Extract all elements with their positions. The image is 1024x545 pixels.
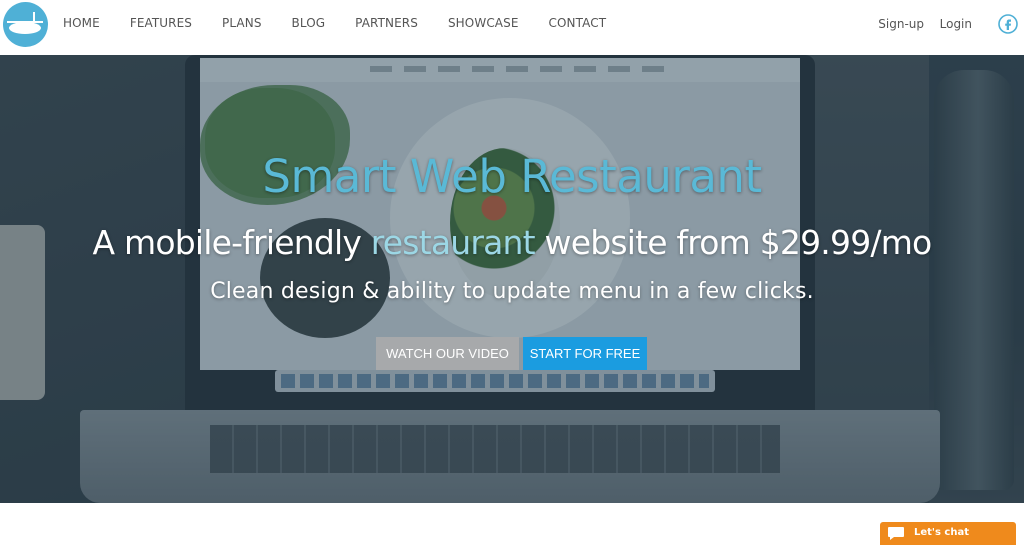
- content-area: [0, 503, 1024, 545]
- login-link[interactable]: Login: [940, 17, 972, 31]
- chat-bubble-icon: [888, 527, 904, 540]
- top-navbar: HOME FEATURES PLANS BLOG PARTNERS SHOWCA…: [0, 0, 1024, 55]
- nav-link-contact[interactable]: CONTACT: [549, 16, 607, 30]
- nav-link-blog[interactable]: BLOG: [292, 16, 326, 30]
- tagline-highlight: restaurant: [370, 223, 536, 262]
- hero-section: Smart Web Restaurant A mobile-friendly r…: [0, 55, 1024, 503]
- tagline-end: website from $29.99/mo: [534, 223, 933, 262]
- tagline-start: A mobile-friendly: [92, 223, 371, 262]
- facebook-icon[interactable]: [998, 14, 1018, 34]
- nav-link-partners[interactable]: PARTNERS: [355, 16, 418, 30]
- hero-tagline: A mobile-friendly restaurant website fro…: [0, 223, 1024, 262]
- nav-link-features[interactable]: FEATURES: [130, 16, 192, 30]
- hero-title: Smart Web Restaurant: [262, 150, 762, 203]
- chat-label: Let's chat: [914, 527, 970, 538]
- nav-link-home[interactable]: HOME: [63, 16, 100, 30]
- nav-link-showcase[interactable]: SHOWCASE: [448, 16, 519, 30]
- nav-links: HOME FEATURES PLANS BLOG PARTNERS SHOWCA…: [63, 16, 636, 30]
- signup-link[interactable]: Sign-up: [878, 17, 924, 31]
- nav-link-plans[interactable]: PLANS: [222, 16, 262, 30]
- fork-spoon-logo-icon[interactable]: [3, 2, 48, 47]
- hero-subtitle: Clean design & ability to update menu in…: [210, 279, 814, 304]
- chat-widget[interactable]: Let's chat: [880, 522, 1016, 545]
- watch-video-button[interactable]: WATCH OUR VIDEO: [376, 337, 519, 370]
- start-free-button[interactable]: START FOR FREE: [523, 337, 647, 370]
